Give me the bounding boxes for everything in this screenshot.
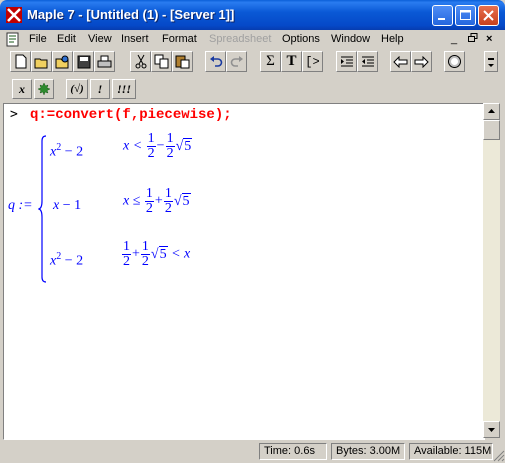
outdent-button[interactable] [357,51,378,72]
check-syntax-button[interactable]: (√) [66,79,88,99]
save-button[interactable] [73,51,94,72]
status-bytes: Bytes: 3.00M [331,443,405,460]
title-bar[interactable]: Maple 7 - [Untitled (1) - [Server 1]] [0,0,505,30]
menu-view[interactable]: View [88,33,112,45]
print-icon [97,55,112,67]
menu-options[interactable]: Options [282,33,320,45]
window-title: Maple 7 - [Untitled (1) - [Server 1]] [27,7,235,22]
new-button[interactable] [10,51,31,72]
prompt-icon: [> [305,54,320,69]
redo-icon [230,55,243,67]
indent-icon [340,56,353,66]
context-toolbar: x (√) ! !!! [0,77,505,103]
insert-text-button[interactable]: T [281,51,302,72]
maple-input[interactable]: q:=convert(f,piecewise); [30,107,232,123]
menu-file[interactable]: File [29,33,47,45]
indent-button[interactable] [336,51,357,72]
close-button[interactable] [478,5,499,26]
piecewise-brace-icon [38,135,47,283]
execute-button[interactable]: ! [90,79,110,99]
menu-window[interactable]: Window [331,33,370,45]
back-icon [393,55,408,68]
new-icon [15,54,26,69]
piece-expr-1: x2 − 2 [50,142,84,160]
sqrt-icon: √ [150,246,159,262]
open-icon [34,58,48,68]
document-system-icon[interactable] [5,32,21,47]
text-input-toggle-button[interactable]: x [12,79,32,99]
triple-exclaim-label: !!! [116,81,131,96]
mdi-minimize-button[interactable]: _ [451,33,457,45]
exclaim-label: ! [97,81,103,96]
piece-expr-3: x2 − 2 [50,251,84,269]
piece-expr-2: x − 1 [53,198,82,213]
menu-format[interactable]: Format [162,33,197,45]
open-button[interactable] [31,51,52,72]
maximize-icon [460,10,471,20]
undo-button[interactable] [205,51,226,72]
maple-leaf-icon [37,82,51,96]
menu-bar: File Edit View Insert Format Spreadsheet… [0,30,505,49]
insert-prompt-button[interactable]: [> [302,51,323,72]
menu-insert[interactable]: Insert [121,33,149,45]
maple-input-toggle-button[interactable] [34,79,54,99]
open-url-icon [55,55,69,68]
undo-icon [209,55,222,67]
minimize-icon [438,18,445,20]
maple-app-icon [6,7,22,23]
scroll-down-button[interactable] [483,421,500,438]
save-icon [77,55,90,68]
piece-cond-2: x ≤ 1 2 +1 2 √5 [123,186,191,216]
mdi-close-button[interactable]: × [486,33,492,45]
copy-icon [154,54,169,69]
output-lhs: q := [8,198,33,213]
stop-button[interactable] [444,51,465,72]
paste-button[interactable] [172,51,193,72]
back-button[interactable] [390,51,411,72]
scroll-up-button[interactable] [483,103,500,120]
chevron-up-icon [488,109,495,113]
x-label: x [19,81,25,96]
forward-button[interactable] [411,51,432,72]
paste-icon [175,55,190,69]
forward-icon [414,55,429,68]
menu-help[interactable]: Help [381,33,404,45]
maximize-button[interactable] [455,5,476,26]
minimize-button[interactable] [432,5,453,26]
chevron-down-icon [488,57,494,67]
piece-cond-3: 1 2 +1 2 √5 < x [122,239,191,269]
check-label: (√) [70,83,84,95]
copy-button[interactable] [151,51,172,72]
redo-button[interactable] [226,51,247,72]
print-button[interactable] [94,51,115,72]
close-icon [483,10,494,21]
sigma-icon: Σ [266,53,275,69]
chevron-down-icon [488,428,495,432]
restore-icon [468,33,478,42]
stop-icon [448,55,461,68]
open-url-button[interactable] [52,51,73,72]
worksheet-area[interactable]: > q:=convert(f,piecewise); q := x2 − 2 x… [3,103,485,440]
status-time: Time: 0.6s [259,443,327,460]
insert-math-button[interactable]: Σ [260,51,281,72]
mdi-restore-button[interactable] [468,33,478,46]
outdent-icon [361,56,374,66]
cut-button[interactable] [130,51,151,72]
text-icon: T [286,53,297,69]
execute-all-button[interactable]: !!! [112,79,136,99]
main-toolbar: Σ T [> [0,49,505,77]
resize-grip-icon[interactable] [493,450,505,462]
toolbar-overflow-button[interactable] [484,51,498,72]
status-bar: Time: 0.6s Bytes: 3.00M Available: 115M [0,440,505,463]
maple-window: Maple 7 - [Untitled (1) - [Server 1]] Fi… [0,0,505,463]
menu-spreadsheet: Spreadsheet [209,33,272,45]
scroll-thumb[interactable] [483,120,500,140]
cut-icon [135,54,146,69]
vertical-scrollbar[interactable] [483,103,500,438]
input-prompt: > [10,107,18,122]
status-available: Available: 115M [409,443,493,460]
sqrt-icon: √ [173,193,182,209]
piece-cond-1: x < 1 2−1 2 √5 [123,131,193,161]
menu-edit[interactable]: Edit [57,33,76,45]
